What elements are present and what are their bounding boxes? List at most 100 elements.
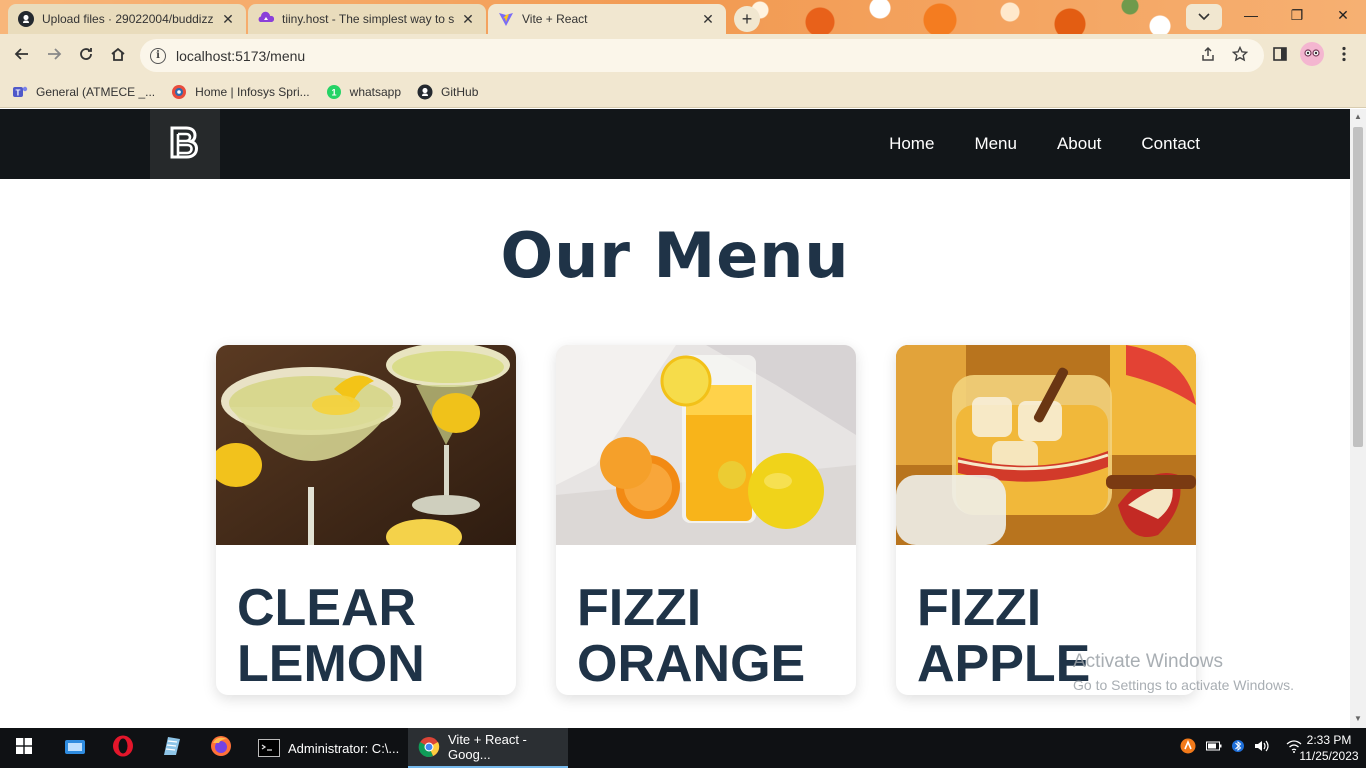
orange-juice-image	[556, 345, 856, 545]
home-button[interactable]	[104, 42, 132, 70]
reload-button[interactable]	[72, 42, 100, 70]
tiiny-host-icon	[258, 11, 274, 27]
close-icon[interactable]: ✕	[220, 11, 236, 28]
share-icon	[1200, 46, 1216, 67]
logo-mark	[170, 126, 199, 159]
taskbar-explorer[interactable]	[52, 728, 98, 768]
profile-button[interactable]	[1298, 41, 1326, 71]
teams-icon: T	[12, 84, 28, 100]
menu-card-clear-lemon[interactable]: CLEAR LEMON	[216, 345, 516, 695]
volume-icon[interactable]	[1254, 739, 1270, 758]
close-icon[interactable]: ✕	[700, 11, 716, 28]
bookmarks-bar: T General (ATMECE _... Home | Infosys Sp…	[0, 77, 1366, 108]
apple-cider-image	[896, 345, 1196, 545]
bookmark-item[interactable]: GitHub	[417, 84, 478, 100]
nav-links: Home Menu About Contact	[889, 109, 1200, 179]
chrome-icon	[418, 736, 440, 758]
scroll-down-icon[interactable]: ▼	[1354, 715, 1362, 723]
clock-date: 11/25/2023	[1299, 749, 1359, 763]
taskbar-app-chrome[interactable]: Vite + React - Goog...	[408, 728, 568, 768]
tab-search-button[interactable]	[1186, 4, 1222, 30]
site-navbar: Home Menu About Contact	[0, 109, 1350, 179]
firefox-icon	[210, 735, 232, 762]
taskbar-clock[interactable]: 2:33 PM 11/25/2023	[1296, 732, 1362, 764]
nav-home[interactable]: Home	[889, 134, 934, 154]
browser-tab-github[interactable]: Upload files · 29022004/buddizz ✕	[8, 4, 246, 34]
bookmark-label: General (ATMECE _...	[36, 85, 156, 99]
avast-icon[interactable]	[1180, 738, 1196, 759]
scroll-up-icon[interactable]: ▲	[1354, 113, 1362, 121]
bookmark-star-button[interactable]	[1226, 42, 1254, 70]
bookmark-label: GitHub	[441, 85, 479, 99]
nav-menu[interactable]: Menu	[974, 134, 1017, 154]
taskbar-app-cmd[interactable]: Administrator: C:\...	[248, 728, 406, 768]
bookmark-item[interactable]: 1 whatsapp	[326, 84, 401, 100]
close-icon[interactable]: ✕	[460, 11, 476, 28]
avatar	[1300, 41, 1324, 71]
menu-item-name: CLEAR LEMON	[216, 545, 516, 692]
page-title: Our Menu	[500, 219, 850, 292]
github-icon	[18, 11, 34, 27]
start-button[interactable]	[0, 728, 48, 768]
menu-item-name: FIZZI ORANGE	[556, 545, 856, 692]
tab-title: tiiny.host - The simplest way to s	[282, 12, 454, 26]
bluetooth-icon[interactable]	[1232, 738, 1244, 759]
chrome-menu-button[interactable]	[1330, 42, 1358, 70]
bookmark-label: Home | Infosys Spri...	[195, 85, 310, 99]
vite-icon	[498, 11, 514, 27]
svg-text:T: T	[16, 89, 21, 98]
github-icon	[417, 84, 433, 100]
browser-tab-vite[interactable]: Vite + React ✕	[488, 4, 726, 34]
arrow-left-icon	[14, 46, 30, 67]
bookmark-item[interactable]: T General (ATMECE _...	[12, 84, 155, 100]
svg-text:1: 1	[331, 88, 336, 98]
opera-icon	[112, 735, 134, 762]
scrollbar-thumb[interactable]	[1353, 127, 1363, 447]
infosys-icon	[171, 84, 187, 100]
home-icon	[110, 46, 126, 67]
browser-toolbar: i localhost:5173/menu	[0, 34, 1366, 77]
browser-tab-tiiny[interactable]: tiiny.host - The simplest way to s ✕	[248, 4, 486, 34]
taskbar-notes[interactable]	[148, 728, 194, 768]
new-tab-button[interactable]: +	[734, 6, 760, 32]
menu-card-fizzi-apple[interactable]: FIZZI APPLE	[896, 345, 1196, 695]
clock-time: 2:33 PM	[1306, 733, 1352, 747]
back-button[interactable]	[8, 42, 36, 70]
star-icon	[1231, 45, 1249, 67]
taskbar-app-label: Administrator: C:\...	[288, 740, 400, 756]
menu-item-name-line1: FIZZI	[577, 579, 702, 637]
taskbar-app-label: Vite + React - Goog...	[448, 732, 527, 762]
address-url[interactable]: localhost:5173/menu	[176, 48, 305, 64]
nav-contact[interactable]: Contact	[1141, 134, 1200, 154]
kebab-menu-icon	[1342, 46, 1346, 67]
forward-button[interactable]	[40, 42, 68, 70]
close-window-button[interactable]: ✕	[1320, 0, 1366, 30]
menu-card-fizzi-orange[interactable]: FIZZI ORANGE	[556, 345, 856, 695]
menu-item-name-line2: LEMON	[237, 635, 425, 693]
page-viewport: Home Menu About Contact Our Menu CLEAR L…	[0, 109, 1350, 728]
site-logo[interactable]	[150, 109, 220, 179]
side-panel-icon	[1272, 46, 1288, 67]
notepad-icon	[160, 735, 182, 762]
bookmark-label: whatsapp	[349, 85, 402, 99]
bookmark-item[interactable]: Home | Infosys Spri...	[171, 84, 310, 100]
share-button[interactable]	[1194, 42, 1222, 70]
whatsapp-icon: 1	[326, 84, 342, 100]
chevron-down-icon	[1198, 8, 1210, 26]
cmd-icon	[258, 737, 280, 759]
nav-about[interactable]: About	[1057, 134, 1101, 154]
watermark-title: Activate Windows	[1073, 651, 1223, 672]
address-bar[interactable]: i localhost:5173/menu	[140, 39, 1264, 72]
activate-windows-watermark: Activate Windows Go to Settings to activ…	[1073, 651, 1294, 693]
reload-icon	[78, 46, 94, 67]
windows-logo-icon	[16, 737, 32, 759]
system-tray	[1180, 728, 1302, 768]
side-panel-button[interactable]	[1266, 42, 1294, 70]
site-info-icon[interactable]: i	[150, 47, 166, 64]
page-scrollbar[interactable]: ▲ ▼	[1350, 109, 1366, 728]
minimize-button[interactable]: —	[1228, 0, 1274, 30]
taskbar-opera[interactable]	[100, 728, 146, 768]
battery-icon[interactable]	[1206, 739, 1222, 757]
restore-button[interactable]: ❐	[1274, 0, 1320, 30]
taskbar-firefox[interactable]	[198, 728, 244, 768]
